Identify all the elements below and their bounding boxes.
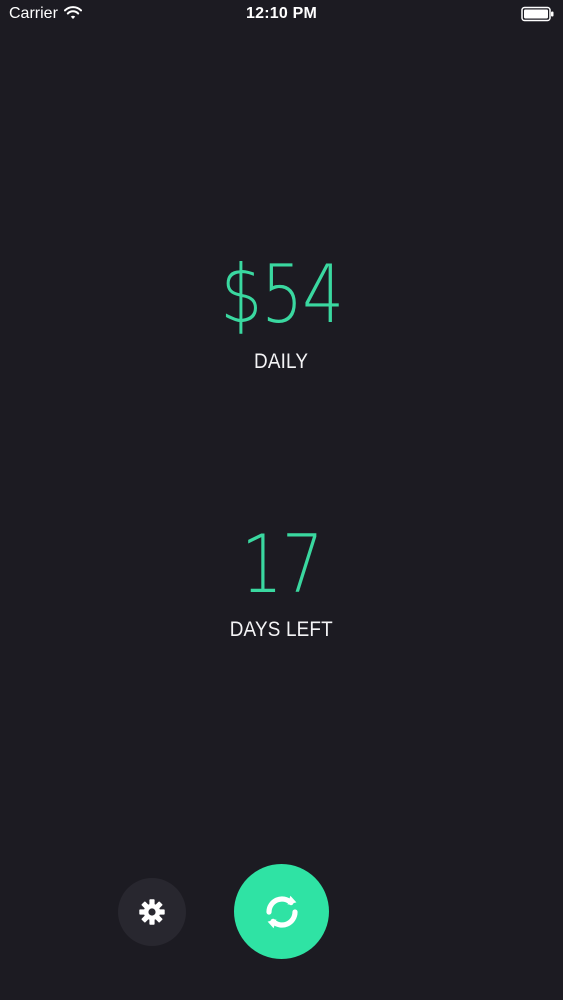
settings-button[interactable]	[118, 878, 186, 946]
daily-amount-container: $54	[0, 250, 563, 340]
status-time: 12:10 PM	[246, 5, 317, 22]
daily-amount: $54	[220, 248, 344, 341]
daily-label-container: DAILY	[0, 340, 563, 374]
days-left-label: DAYS LEFT	[229, 618, 334, 641]
days-left-value: 17	[240, 518, 324, 611]
daily-label: DAILY	[254, 350, 309, 373]
status-bar: Carrier 12:10 PM	[0, 0, 563, 30]
gear-icon	[139, 899, 165, 925]
refresh-icon	[265, 895, 298, 928]
refresh-button[interactable]	[234, 864, 329, 959]
days-left-display: 17 DAYS LEFT	[0, 520, 563, 642]
days-left-value-container: 17	[0, 520, 563, 610]
daily-budget: $54 DAILY	[0, 250, 563, 374]
days-left-label-container: DAYS LEFT	[0, 610, 563, 642]
battery-icon	[521, 6, 555, 22]
